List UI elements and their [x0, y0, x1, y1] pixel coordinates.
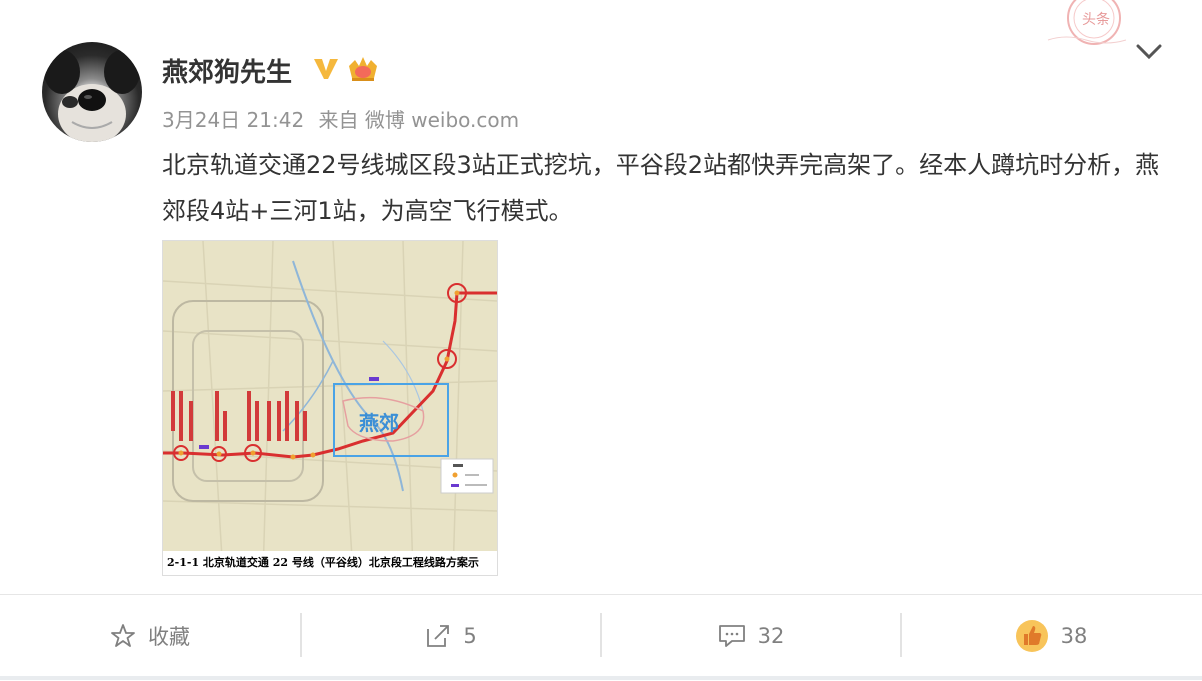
comment-button[interactable]: 32 — [601, 613, 901, 659]
svg-text:头条: 头条 — [1082, 11, 1110, 28]
thumbs-up-icon — [1015, 619, 1049, 653]
chevron-down-icon[interactable] — [1134, 40, 1164, 68]
dog-avatar-image — [44, 50, 140, 142]
post-source: 来自 微博 weibo.com — [318, 108, 520, 132]
like-count: 38 — [1060, 624, 1088, 648]
star-icon — [110, 623, 136, 649]
weibo-post-card: 燕郊狗先生 头条 3月24日 21:42 来自 微博 weibo.com 北京轨… — [0, 0, 1202, 681]
toutiao-stamp-icon: 头条 — [1046, 0, 1142, 60]
verified-v-icon — [312, 56, 340, 86]
username[interactable]: 燕郊狗先生 — [162, 52, 292, 89]
favorite-button[interactable]: 收藏 — [0, 613, 300, 659]
post-timestamp[interactable]: 3月24日 21:42 — [162, 108, 304, 132]
like-button[interactable]: 38 — [901, 613, 1201, 659]
user-avatar[interactable] — [42, 42, 142, 142]
comment-count: 32 — [757, 624, 785, 648]
repost-count: 5 — [463, 624, 477, 648]
favorite-label: 收藏 — [148, 625, 190, 649]
map-caption: 2-1-1 北京轨道交通 22 号线（平谷线）北京段工程线路方案示 — [163, 551, 497, 575]
repost-button[interactable]: 5 — [301, 613, 601, 659]
footer-border — [0, 676, 1202, 680]
map-region-label: 燕郊 — [359, 411, 399, 435]
post-meta: 3月24日 21:42 来自 微博 weibo.com — [162, 104, 527, 133]
action-bar: 收藏 5 32 38 — [0, 594, 1202, 681]
post-image-map[interactable]: 燕郊 2-1-1 北京轨道交通 22 号线（平谷线）北京段工程线路方案示 — [162, 240, 498, 576]
comment-bubble-icon — [718, 623, 746, 649]
post-text: 北京轨道交通22号线城区段3站正式挖坑，平谷段2站都快弄完高架了。经本人蹲坑时分… — [162, 151, 1160, 225]
share-arrow-icon — [425, 623, 451, 649]
crown-icon — [346, 54, 380, 88]
route-map-graphic — [163, 241, 497, 575]
